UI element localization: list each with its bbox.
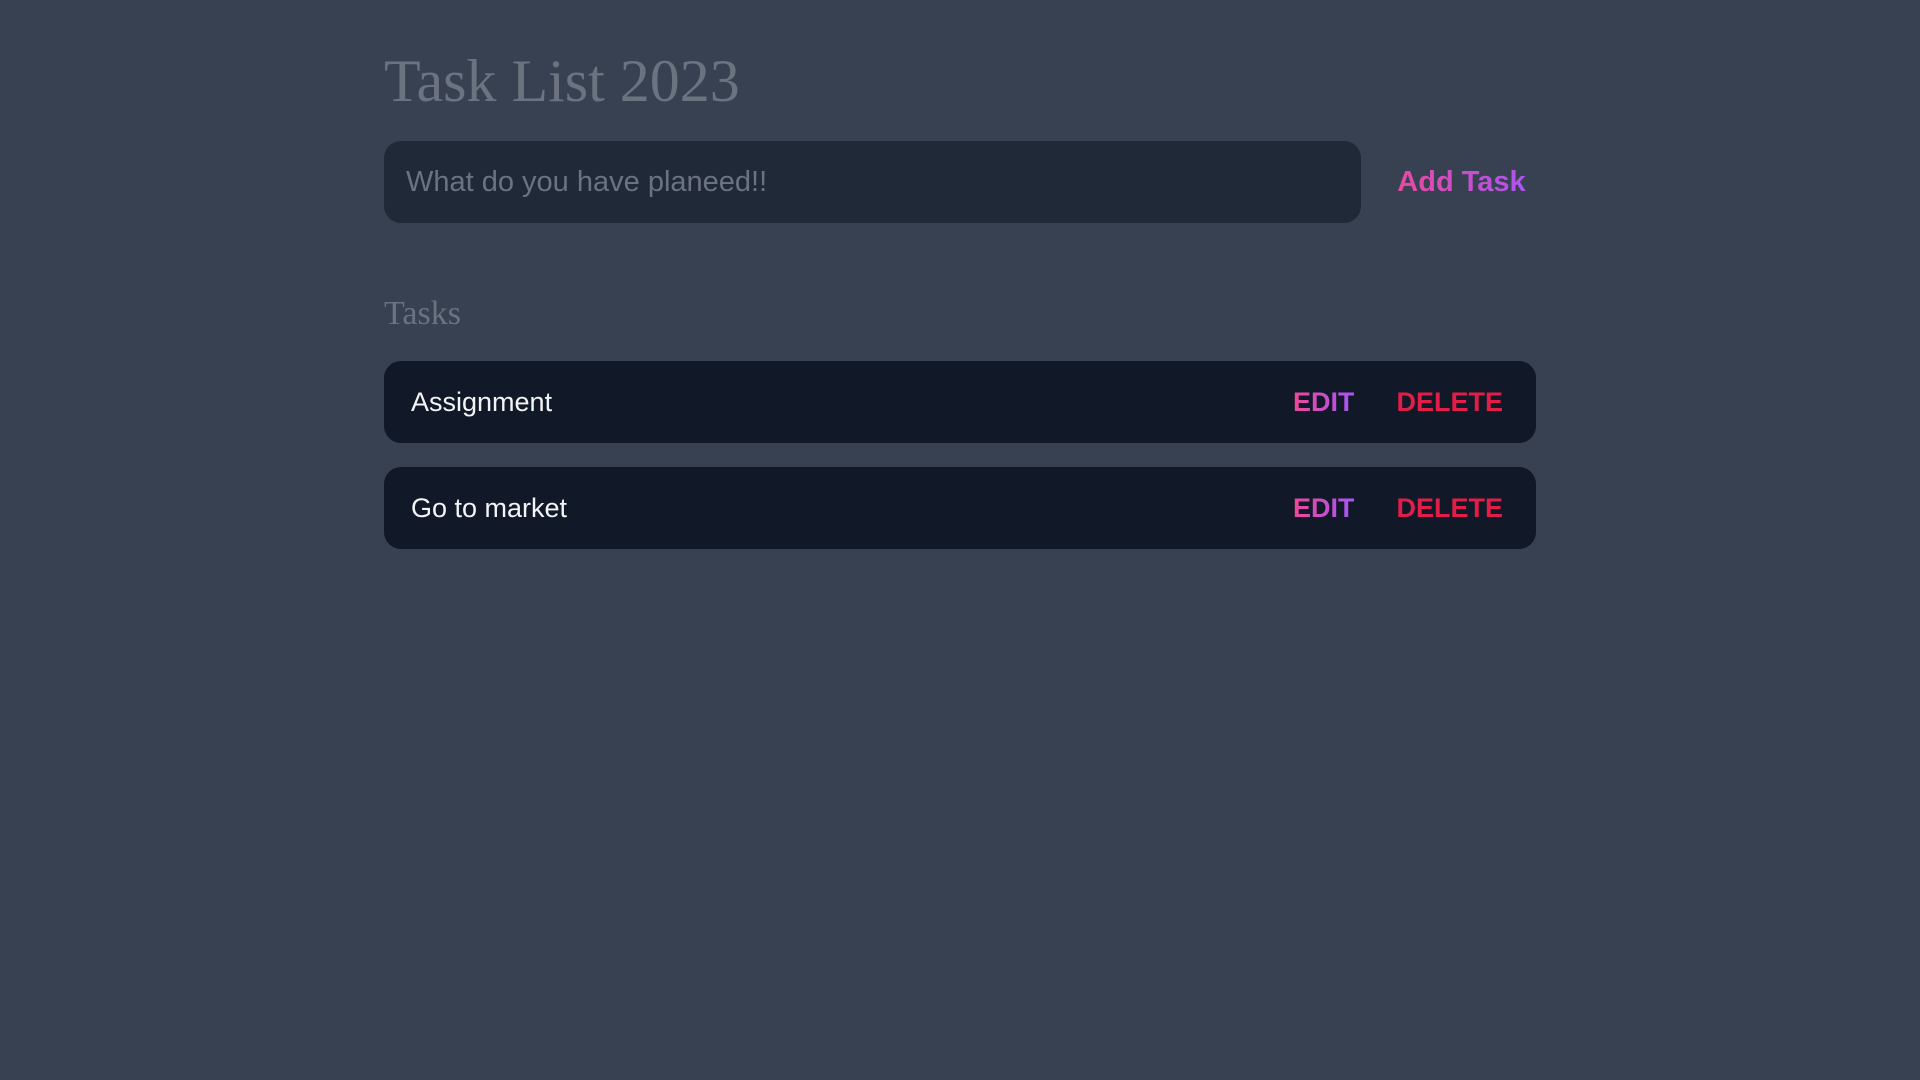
task-actions: EDIT DELETE	[1293, 361, 1503, 443]
delete-task-button[interactable]: DELETE	[1396, 493, 1503, 524]
tasks-heading: Tasks	[384, 295, 461, 332]
page-title: Task List 2023	[384, 48, 740, 114]
new-task-input[interactable]	[384, 141, 1361, 223]
task-text: Go to market	[411, 493, 568, 523]
edit-task-button[interactable]: EDIT	[1293, 493, 1355, 524]
task-actions: EDIT DELETE	[1293, 467, 1503, 549]
new-task-form: Add Task	[384, 141, 1536, 223]
delete-task-button[interactable]: DELETE	[1396, 387, 1503, 418]
task-row: Assignment EDIT DELETE	[384, 361, 1536, 443]
task-list: Assignment EDIT DELETE Go to market EDIT…	[384, 361, 1536, 573]
add-task-button[interactable]: Add Task	[1387, 141, 1536, 223]
task-text: Assignment	[411, 387, 553, 417]
edit-task-button[interactable]: EDIT	[1293, 387, 1355, 418]
task-row: Go to market EDIT DELETE	[384, 467, 1536, 549]
